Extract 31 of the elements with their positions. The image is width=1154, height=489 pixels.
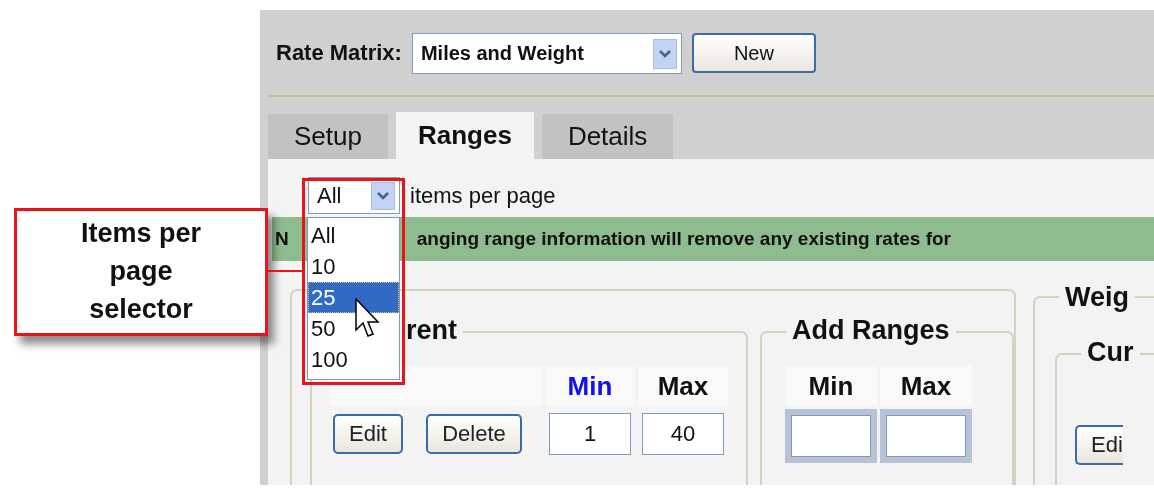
- callout-box: Items per page selector: [14, 208, 268, 336]
- tab[interactable]: Details: [541, 114, 674, 159]
- chevron-down-icon: [376, 190, 390, 201]
- range-input[interactable]: [791, 415, 871, 457]
- chevron-down-icon: [657, 48, 672, 59]
- new-button[interactable]: New: [691, 33, 816, 73]
- dropdown-option[interactable]: 50: [308, 313, 399, 344]
- dropdown-option[interactable]: 25: [308, 282, 399, 313]
- column-header: Min: [545, 366, 635, 406]
- column-header: Max: [880, 366, 972, 406]
- items-per-page-label: items per page: [410, 182, 556, 209]
- tab[interactable]: Ranges: [395, 112, 534, 159]
- column-header: Max: [638, 366, 728, 406]
- max-input[interactable]: 40: [642, 413, 724, 455]
- tab[interactable]: Setup: [268, 114, 388, 159]
- leader-line: [268, 270, 302, 272]
- dropdown-option[interactable]: All: [308, 220, 399, 251]
- range-input[interactable]: [886, 415, 966, 457]
- rate-matrix-label: Rate Matrix:: [276, 39, 402, 66]
- min-input[interactable]: 1: [549, 413, 631, 455]
- pointer-cursor-icon: [355, 298, 380, 337]
- notice-text: anging range information will remove any existing rates for: [416, 228, 951, 250]
- delete-button[interactable]: Delete: [426, 414, 522, 454]
- items-per-page-select[interactable]: All: [308, 177, 400, 214]
- dropdown-option[interactable]: 100: [308, 344, 399, 375]
- rate-matrix-select[interactable]: Miles and Weight: [411, 33, 682, 74]
- edit-button[interactable]: Edi: [1075, 425, 1123, 465]
- notice-text: N: [275, 228, 289, 250]
- edit-button[interactable]: Edit: [333, 414, 403, 454]
- dropdown-option[interactable]: 10: [308, 251, 399, 282]
- column-header: Min: [785, 366, 877, 406]
